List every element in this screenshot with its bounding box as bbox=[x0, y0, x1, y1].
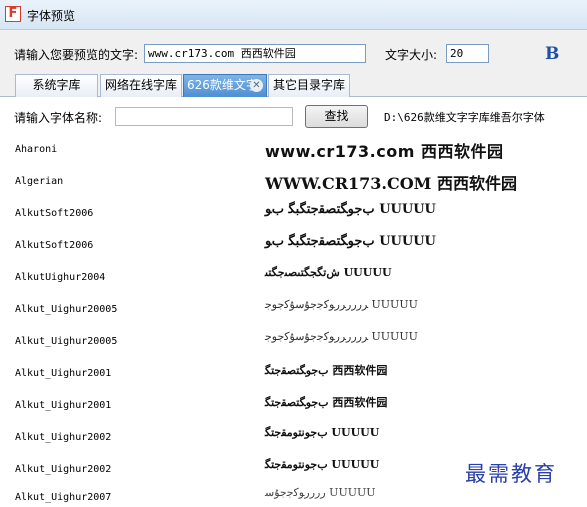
font-sample: ﺵﺗﮕﺠﮕﺘﯩﺼﯩﺟﮕﺘﯩ UUUUU bbox=[265, 266, 392, 279]
font-size-input[interactable]: 20 bbox=[446, 44, 489, 63]
font-sample: ﺏﺟﻮﻧﺘﻮﻣﻘﺟﺘﮕ UUUUU bbox=[265, 426, 380, 439]
list-item[interactable]: Alkut_Uighur2001 ﺏﺟﻮﮕﺘﺼﻘﺟﺘﮕ 西西软件园 bbox=[0, 359, 587, 391]
font-name: Alkut_Uighur2007 bbox=[15, 492, 112, 503]
font-name: AlkutUighur2004 bbox=[15, 272, 106, 283]
font-name: AlkutSoft2006 bbox=[15, 208, 94, 219]
list-item[interactable]: Alkut_Uighur2002 ﺏﺟﻮﻧﺘﻮﻣﻘﺟﺘﮕ UUUUU bbox=[0, 423, 587, 455]
font-sample: ﺮﺭﺭﺭﺮﺭﻮﻛﺟﺟﯘﺳﯘﻛﺟﻮﺟ UUUUU bbox=[265, 298, 418, 311]
settings-row: 请输入您要预览的文字: www.cr173.com 西西软件园 文字大小: 20… bbox=[0, 30, 587, 74]
font-name: Alkut_Uighur20005 bbox=[15, 304, 118, 315]
font-sample: www.cr173.com 西西软件园 bbox=[265, 142, 504, 161]
list-item[interactable]: AlkutSoft2006 ﺏﺟﻮﮕﺘﺼﻘﺟﺘﮕﺒﮕ ﺏﻮ UUUUU bbox=[0, 231, 587, 263]
font-name: Alkut_Uighur20005 bbox=[15, 336, 118, 347]
tab-uighur-fonts-label: 626款维文字 bbox=[187, 78, 258, 92]
preview-text-label: 请输入您要预览的文字: bbox=[14, 48, 139, 62]
font-name: Algerian bbox=[15, 176, 64, 187]
list-item[interactable]: Alkut_Uighur2001 ﺏﺟﻮﮕﺘﺼﻘﺟﺘﮕ 西西软件园 bbox=[0, 391, 587, 423]
font-size-label: 文字大小: bbox=[385, 48, 438, 62]
window-title: 字体预览 bbox=[27, 9, 76, 23]
font-sample: ﺏﺟﻮﮕﺘﺼﻘﺟﺘﮕﺒﮕ ﺏﻮ UUUUU bbox=[265, 202, 436, 217]
font-name: Aharoni bbox=[15, 144, 58, 155]
watermark-logo: 最需教育 bbox=[465, 462, 557, 486]
font-sample: ﺏﺟﻮﮕﺘﺼﻘﺟﺘﮕ 西西软件园 bbox=[265, 396, 388, 409]
list-item[interactable]: Alkut_Uighur20005 ﺮﺭﺭﺭﺮﺭﻮﻛﺟﺟﯘﺳﯘﻛﺟﻮﺟ UUUU… bbox=[0, 295, 587, 327]
preview-text-input[interactable]: www.cr173.com 西西软件园 bbox=[144, 44, 366, 63]
list-item[interactable]: AlkutUighur2004 ﺵﺗﮕﺠﮕﺘﯩﺼﯩﺟﮕﺘﯩ UUUUU bbox=[0, 263, 587, 295]
font-sample: ﺮﺭﺭﺭﺮﺭﻮﻛﺟﺟﯘﺳﯘﻛﺟﻮﺟ UUUUU bbox=[265, 330, 418, 343]
font-name-search-input[interactable] bbox=[115, 107, 293, 126]
font-name: AlkutSoft2006 bbox=[15, 240, 94, 251]
find-button[interactable]: 查找 bbox=[305, 105, 368, 128]
close-tab-icon[interactable]: ✕ bbox=[250, 79, 263, 92]
list-item[interactable]: Algerian WWW.CR173.COM 西西软件园 bbox=[0, 167, 587, 199]
font-sample: WWW.CR173.COM 西西软件园 bbox=[265, 174, 517, 193]
font-sample: ﺏﺟﻮﮕﺘﺼﻘﺟﺘﮕ 西西软件园 bbox=[265, 364, 388, 377]
font-name: Alkut_Uighur2001 bbox=[15, 368, 112, 379]
font-directory-path: D:\626款维文字字库维吾尔字体 bbox=[384, 111, 545, 124]
font-sample: ﺏﺟﻮﻧﺘﻮﻣﻘﺟﺘﮕ UUUUU bbox=[265, 458, 380, 471]
tab-system-fonts[interactable]: 系统字库 bbox=[15, 74, 98, 97]
list-item[interactable]: Alkut_Uighur20005 ﺮﺭﺭﺭﺮﺭﻮﻛﺟﺟﯘﺳﯘﻛﺟﻮﺟ UUUU… bbox=[0, 327, 587, 359]
list-item[interactable]: Aharoni www.cr173.com 西西软件园 bbox=[0, 135, 587, 167]
font-name: Alkut_Uighur2002 bbox=[15, 432, 112, 443]
tab-uighur-fonts[interactable]: 626款维文字 ✕ bbox=[183, 74, 267, 97]
font-name: Alkut_Uighur2001 bbox=[15, 400, 112, 411]
app-icon: F bbox=[5, 6, 21, 22]
title-bar: F 字体预览 bbox=[0, 0, 587, 30]
list-item[interactable]: AlkutSoft2006 ﺏﺟﻮﮕﺘﺼﻘﺟﺘﮕﺒﮕ ﺏﻮ UUUUU bbox=[0, 199, 587, 231]
font-list-panel: 请输入字体名称: 查找 D:\626款维文字字库维吾尔字体 Aharoni ww… bbox=[0, 97, 587, 507]
tab-online-fonts[interactable]: 网络在线字库 bbox=[100, 74, 182, 97]
font-preview-window: F 字体预览 请输入您要预览的文字: www.cr173.com 西西软件园 文… bbox=[0, 0, 587, 507]
library-tabs: 系统字库 网络在线字库 626款维文字 ✕ 其它目录字库 bbox=[0, 74, 587, 97]
font-name: Alkut_Uighur2002 bbox=[15, 464, 112, 475]
tab-other-directory-fonts[interactable]: 其它目录字库 bbox=[268, 74, 350, 97]
font-name-label: 请输入字体名称: bbox=[14, 111, 103, 125]
font-sample: ﺏﺟﻮﮕﺘﺼﻘﺟﺘﮕﺒﮕ ﺏﻮ UUUUU bbox=[265, 234, 436, 249]
bold-toggle-icon[interactable]: B bbox=[545, 44, 559, 64]
font-sample: ﺭﺭﺭﺭﻮﻛﺟﺟﯘﺳ UUUUU bbox=[265, 486, 376, 499]
